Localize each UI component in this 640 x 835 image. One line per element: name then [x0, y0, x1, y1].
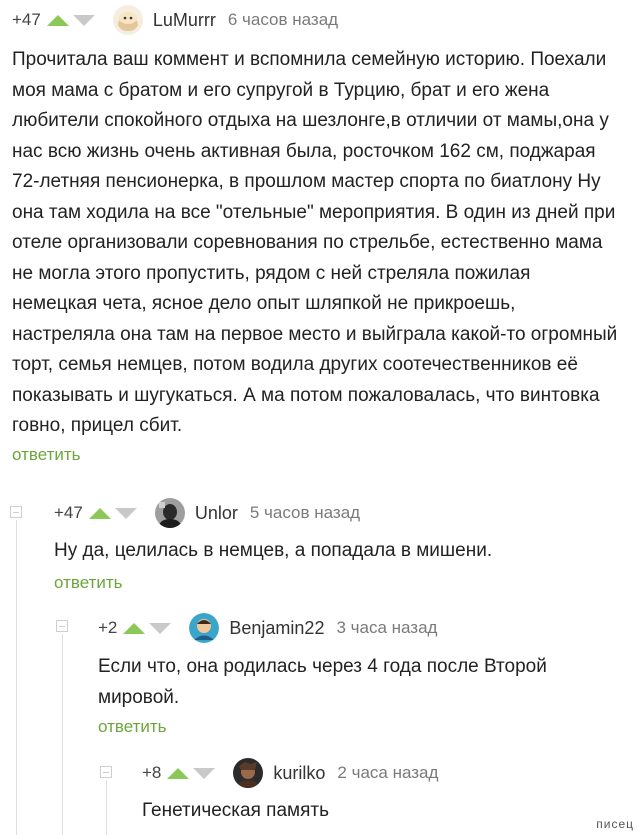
arrow-up-icon[interactable] [167, 767, 190, 779]
arrow-down-icon[interactable] [193, 767, 216, 779]
thread-line [106, 780, 107, 835]
timestamp: 5 часов назад [249, 503, 361, 522]
timestamp: 6 часов назад [227, 10, 339, 29]
comment-text: Прочитала ваш коммент и вспомнила семейн… [12, 49, 618, 436]
comment-text: Генетическая память [142, 800, 329, 821]
timestamp: 2 часа назад [337, 763, 439, 782]
thread-line [62, 634, 63, 835]
reply-button[interactable]: ответить [54, 573, 123, 593]
arrow-down-icon[interactable] [114, 507, 137, 519]
avatar[interactable] [154, 498, 185, 528]
comment: +2 Benjamin22 3 часа назад Если что, она… [98, 612, 628, 737]
comment-text: Если что, она родилась через 4 года посл… [98, 656, 547, 708]
arrow-up-icon[interactable] [88, 507, 111, 519]
avatar[interactable] [189, 613, 220, 643]
comment-header: +47 LuMurrr 6 часов назад [12, 4, 632, 36]
arrow-up-icon[interactable] [123, 622, 146, 634]
reply-button[interactable]: ответить [98, 717, 167, 737]
comment-header: +47 Unlor 5 часов назад [54, 497, 624, 529]
comment-text: Ну да, целилась в немцев, а попадала в м… [54, 540, 493, 561]
avatar[interactable] [112, 5, 143, 35]
username[interactable]: LuMurrr [153, 10, 216, 31]
username[interactable]: Unlor [195, 503, 238, 524]
arrow-down-icon[interactable] [149, 622, 172, 634]
rating: +8 [142, 763, 162, 782]
thread-line [16, 520, 17, 835]
rating: +47 [54, 503, 83, 522]
comment-header: +2 Benjamin22 3 часа назад [98, 612, 628, 644]
collapse-icon[interactable] [56, 620, 68, 632]
comment-header: +8 kurilko 2 часа назад [142, 757, 632, 789]
reply-button[interactable]: ответить [12, 445, 81, 465]
collapse-icon[interactable] [10, 506, 22, 518]
comment: +8 kurilko 2 часа назад Генетическая пам… [142, 757, 632, 827]
rating: +47 [12, 10, 41, 29]
avatar[interactable] [233, 758, 264, 788]
rating: +2 [98, 618, 118, 637]
username[interactable]: Benjamin22 [229, 618, 324, 639]
watermark: писец [596, 817, 634, 831]
arrow-down-icon[interactable] [72, 14, 95, 26]
username[interactable]: kurilko [273, 763, 325, 784]
timestamp: 3 часа назад [336, 618, 438, 637]
collapse-icon[interactable] [100, 766, 112, 778]
arrow-up-icon[interactable] [46, 14, 69, 26]
comment: +47 Unlor 5 часов назад Ну да, целилась … [54, 497, 624, 593]
comment: +47 LuMurrr 6 часов назад Прочитала ваш … [12, 4, 632, 465]
